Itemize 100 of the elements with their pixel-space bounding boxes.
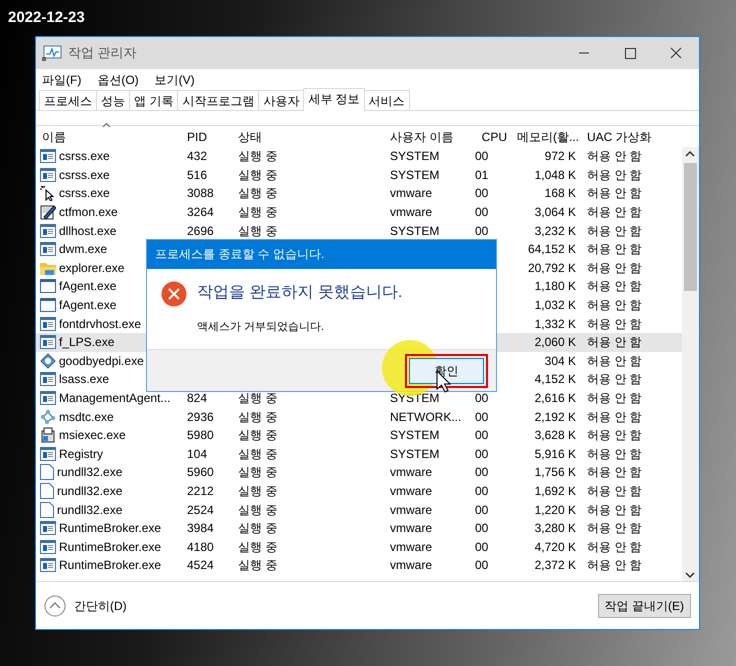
table-cell-text: 01 <box>474 166 490 184</box>
table-cell-text: 5,916 K <box>534 446 577 463</box>
window-title: 작업 관리자 <box>68 44 137 62</box>
tab[interactable]: 프로세스 <box>39 90 97 110</box>
process-name: rundll32.exe <box>57 502 122 519</box>
table-cell-text: 3,628 K <box>534 427 577 444</box>
table-cell-text: 1,692 K <box>534 482 577 500</box>
process-name: msiexec.exe <box>59 427 126 444</box>
table-cell-text: vmware <box>389 204 434 222</box>
table-cell-text: 허용 안 함 <box>586 371 643 388</box>
table-cell-text: SYSTEM <box>389 390 440 408</box>
process-name: fAgent.exe <box>59 297 116 314</box>
table-cell-text: 3088 <box>186 185 215 202</box>
table-cell-text: 00 <box>474 557 490 574</box>
table-cell-text: 4524 <box>186 557 215 574</box>
menu-item[interactable]: 옵션(O) <box>97 71 139 87</box>
table-cell-text: 실행 중 <box>237 185 278 202</box>
table-cell-text: 허용 안 함 <box>586 464 643 482</box>
table-cell-text: 실행 중 <box>237 166 278 184</box>
table-cell-text: 4,720 K <box>534 538 577 556</box>
table-cell-text: 실행 중 <box>237 148 278 166</box>
tab[interactable]: 사용자 <box>258 90 304 110</box>
table-cell-text: 304 K <box>544 352 577 370</box>
table-cell-text: 실행 중 <box>237 408 278 426</box>
table-cell-text: 00 <box>474 185 490 202</box>
table-cell-text: 00 <box>474 148 490 166</box>
column-header[interactable]: 메모리(활... <box>511 128 581 146</box>
table-cell-text: 실행 중 <box>237 464 278 482</box>
table-cell-text: vmware <box>389 557 434 574</box>
menu-item[interactable]: 파일(F) <box>42 71 82 87</box>
table-cell-text: 2696 <box>186 222 215 240</box>
tab[interactable]: 앱 기록 <box>129 90 178 110</box>
table-cell-text: 64,152 K <box>526 241 577 258</box>
table-cell-text: 실행 중 <box>237 204 278 222</box>
column-header[interactable]: PID <box>181 128 232 146</box>
ok-button[interactable]: 확인 <box>409 358 484 384</box>
tab[interactable]: 세부 정보 <box>303 88 365 111</box>
table-cell-text: 허용 안 함 <box>586 334 643 352</box>
process-name: goodbyedpi.exe <box>59 352 144 370</box>
process-name: csrss.exe <box>59 185 110 202</box>
table-cell-text: 2936 <box>186 408 215 426</box>
process-name: dllhost.exe <box>59 222 116 240</box>
table-cell-text: 허용 안 함 <box>586 446 643 463</box>
tab[interactable]: 성능 <box>96 90 130 110</box>
dialog-heading: 작업을 완료하지 못했습니다. <box>197 283 402 303</box>
table-cell-text: 00 <box>474 204 490 222</box>
process-name: lsass.exe <box>59 371 110 388</box>
column-header[interactable]: 이름 <box>36 128 181 146</box>
menu-item[interactable]: 보기(V) <box>154 71 195 87</box>
table-cell-text: 1,756 K <box>534 464 577 482</box>
table-cell-text: 3264 <box>186 204 215 222</box>
column-header[interactable]: UAC 가상화 <box>581 128 684 146</box>
table-cell-text: 1,220 K <box>534 502 577 519</box>
table-cell-text: 432 <box>186 148 208 166</box>
table-cell-text: 허용 안 함 <box>586 427 643 444</box>
date-text: 2022-12-23 <box>8 8 85 28</box>
process-name: msdtc.exe <box>59 408 114 426</box>
table-cell-text: 00 <box>474 408 490 426</box>
column-header[interactable]: 상태 <box>232 128 384 146</box>
table-cell-text: 00 <box>474 502 490 519</box>
process-name: ctfmon.exe <box>59 204 118 222</box>
table-cell-text: 2524 <box>186 502 215 519</box>
table-cell-text: 00 <box>474 427 490 444</box>
process-name: csrss.exe <box>59 148 110 166</box>
table-cell-text: 허용 안 함 <box>586 482 643 500</box>
column-header[interactable]: 사용자 이름 <box>384 128 469 146</box>
table-cell-text: vmware <box>389 464 434 482</box>
table-cell-text: 허용 안 함 <box>586 502 643 519</box>
table-cell-text: 00 <box>474 538 490 556</box>
table-cell-text: vmware <box>389 482 434 500</box>
table-cell-text: 3984 <box>186 520 215 538</box>
table-cell-text: 허용 안 함 <box>586 297 643 314</box>
table-cell-text: 00 <box>474 520 490 538</box>
table-cell-text: 허용 안 함 <box>586 204 643 222</box>
table-cell-text: 허용 안 함 <box>586 260 643 277</box>
process-name: fontdrvhost.exe <box>59 316 142 333</box>
table-cell-text: 실행 중 <box>237 446 278 463</box>
fewer-details-link[interactable]: 간단히(D) <box>74 596 127 614</box>
tab[interactable]: 시작프로그램 <box>177 90 260 110</box>
table-cell-text: 4180 <box>186 538 215 556</box>
process-name: dwm.exe <box>59 241 108 258</box>
table-cell-text: SYSTEM <box>389 148 440 166</box>
table-cell-text: vmware <box>389 185 434 202</box>
column-header[interactable]: CPU <box>469 128 511 146</box>
process-name: ManagementAgent... <box>59 390 170 408</box>
table-cell-text: 실행 중 <box>237 222 278 240</box>
table-cell-text: 허용 안 함 <box>586 185 643 202</box>
table-cell-text: 허용 안 함 <box>586 538 643 556</box>
process-name: rundll32.exe <box>57 482 122 500</box>
table-cell-text: 허용 안 함 <box>586 408 643 426</box>
table-cell-text: 3,232 K <box>534 222 577 240</box>
end-task-button[interactable]: 작업 끝내기(E) <box>598 594 691 618</box>
table-cell-text: 허용 안 함 <box>586 241 643 258</box>
table-cell-text: 1,332 K <box>534 316 577 333</box>
table-cell-text: 104 <box>186 446 208 463</box>
table-cell-text: 실행 중 <box>237 390 278 408</box>
table-cell-text: SYSTEM <box>389 446 440 463</box>
table-cell-text: 516 <box>186 166 208 184</box>
tab[interactable]: 서비스 <box>364 90 410 110</box>
table-cell-text: 실행 중 <box>237 538 278 556</box>
